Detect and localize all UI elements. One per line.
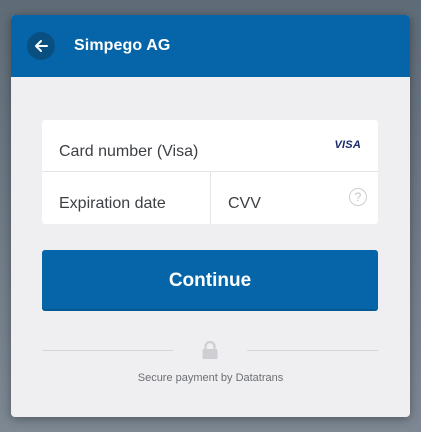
divider-right — [247, 350, 378, 351]
card-number-field[interactable]: Card number (Visa) VISA — [42, 120, 378, 172]
question-circle-icon[interactable]: ? — [349, 188, 367, 206]
cvv-field[interactable]: CVV ? — [211, 172, 378, 224]
lock-icon — [202, 340, 218, 359]
cvv-placeholder: CVV — [228, 195, 261, 212]
expiration-date-placeholder: Expiration date — [59, 195, 166, 212]
continue-button[interactable]: Continue — [42, 250, 378, 311]
visa-logo: VISA — [334, 139, 361, 151]
back-button[interactable] — [27, 32, 55, 60]
divider-left — [42, 350, 173, 351]
expiration-date-field[interactable]: Expiration date — [42, 172, 211, 224]
card-form: Card number (Visa) VISA Expiration date … — [42, 120, 378, 224]
card-number-placeholder: Card number (Visa) — [59, 143, 199, 160]
card-secondary-row: Expiration date CVV ? — [42, 172, 378, 224]
payment-modal: Simpego AG Card number (Visa) VISA Expir… — [11, 15, 410, 417]
arrow-left-icon — [35, 40, 48, 52]
modal-header: Simpego AG — [11, 15, 410, 77]
secure-payment-text: Secure payment by Datatrans — [137, 372, 284, 384]
merchant-name: Simpego AG — [74, 37, 171, 54]
